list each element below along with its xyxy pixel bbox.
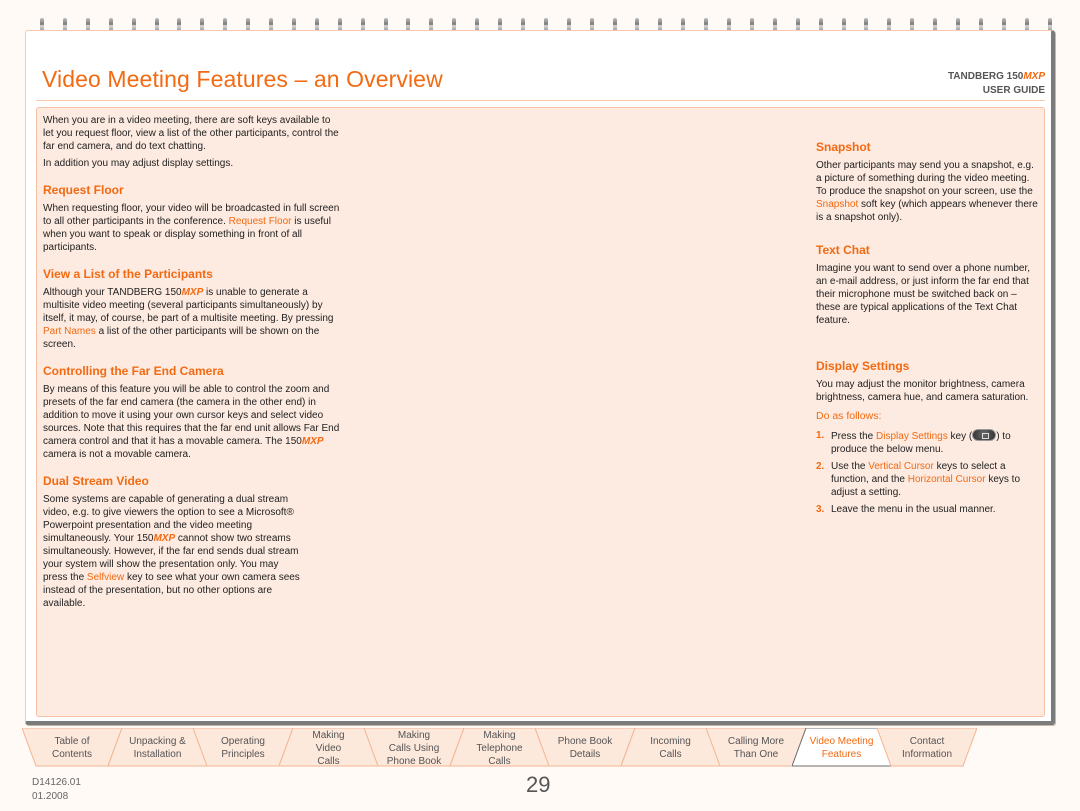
model-name: MXP <box>181 287 204 298</box>
right-column: Snapshot Other participants may send you… <box>816 141 1038 520</box>
content-panel: When you are in a video meeting, there a… <box>36 107 1045 717</box>
chapter-tab-label: Video Meeting Features <box>809 736 874 760</box>
chapter-tab-label: Contact Information <box>901 736 953 760</box>
text: By means of this feature you will be abl… <box>43 384 340 447</box>
step-item: 2. Use the Vertical Cursor keys to select… <box>816 460 1038 499</box>
brand-block: TANDBERG 150MXP USER GUIDE <box>948 70 1045 98</box>
soft-key-request-floor: Request Floor <box>228 216 292 227</box>
snapshot-text: Other participants may send you a snapsh… <box>816 159 1038 224</box>
text-chat-text: Imagine you want to send over a phone nu… <box>816 263 1031 326</box>
text: key ( <box>947 431 973 442</box>
chapter-tab[interactable]: Contact Information <box>877 728 977 768</box>
step-item: 3. Leave the menu in the usual manner. <box>816 503 1038 516</box>
chapter-tab-label: Phone Book Details <box>557 736 613 760</box>
section-heading-snapshot: Snapshot <box>816 140 871 154</box>
brand-name: TANDBERG 150 <box>947 71 1024 82</box>
intro-paragraph-2: In addition you may adjust display setti… <box>43 158 234 169</box>
page-title: Video Meeting Features – an Overview <box>42 66 443 92</box>
step-number: 1. <box>816 430 825 441</box>
soft-key-display-settings: Display Settings <box>876 431 948 442</box>
section-heading-text-chat: Text Chat <box>816 243 870 257</box>
soft-key-part-names: Part Names <box>43 326 96 337</box>
left-column: When you are in a video meeting, there a… <box>43 114 343 614</box>
intro-paragraph: When you are in a video meeting, there a… <box>43 115 339 152</box>
far-end-text: By means of this feature you will be abl… <box>43 383 343 461</box>
section-heading-display-settings: Display Settings <box>816 359 910 373</box>
title-divider <box>36 100 1045 101</box>
key-horizontal-cursor: Horizontal Cursor <box>907 474 986 485</box>
text: Although your TANDBERG 150 <box>43 287 182 298</box>
guide-label: USER GUIDE <box>982 85 1045 96</box>
section-heading-dual-stream: Dual Stream Video <box>43 474 149 488</box>
display-settings-text: You may adjust the monitor brightness, c… <box>816 379 1029 403</box>
text: camera is not a movable camera. <box>43 449 191 460</box>
page-number: 29 <box>526 772 551 797</box>
chapter-tab-label: Unpacking & Installation <box>129 736 186 760</box>
document-date: 01.2008 <box>32 791 69 802</box>
model-name: MXP <box>301 436 324 447</box>
section-heading-participants: View a List of the Participants <box>43 267 213 281</box>
text: Leave the menu in the usual manner. <box>831 504 996 515</box>
key-vertical-cursor: Vertical Cursor <box>868 461 934 472</box>
chapter-tab-label: Making Telephone Calls <box>476 729 523 767</box>
display-settings-key-icon <box>972 429 997 441</box>
text: Use the <box>831 461 869 472</box>
page: Video Meeting Features – an Overview TAN… <box>25 30 1055 725</box>
chapter-tab-label: Making Calls Using Phone Book <box>386 729 442 767</box>
chapter-tab-label: Making Video Calls <box>312 729 345 767</box>
text: Other participants may send you a snapsh… <box>816 160 1034 197</box>
soft-key-selfview: Selfview <box>86 572 125 583</box>
chapter-tab-label: Incoming Calls <box>650 736 691 760</box>
step-number: 3. <box>816 504 825 515</box>
soft-key-snapshot: Snapshot <box>816 199 859 210</box>
chapter-tab-label: Table of Contents <box>51 736 93 760</box>
step-item: 1. Press the Display Settings key () to p… <box>816 429 1038 456</box>
do-as-follows-label: Do as follows: <box>816 410 882 422</box>
chapter-tab-label: Calling More Than One <box>727 736 785 760</box>
section-heading-request-floor: Request Floor <box>43 183 124 197</box>
participants-text: Although your TANDBERG 150MXP is unable … <box>43 286 343 351</box>
model-name: MXP <box>153 533 176 544</box>
brand-model: MXP <box>1023 71 1045 82</box>
request-floor-text: When requesting floor, your video will b… <box>43 202 343 254</box>
step-number: 2. <box>816 461 825 472</box>
chapter-tab-label: Operating Principles <box>221 736 265 760</box>
steps-list: 1. Press the Display Settings key () to p… <box>816 429 1038 516</box>
section-heading-far-end-camera: Controlling the Far End Camera <box>43 364 224 378</box>
dual-stream-text: Some systems are capable of generating a… <box>43 493 301 610</box>
document-info: D14126.01 01.2008 <box>32 776 81 804</box>
text: Press the <box>831 431 877 442</box>
document-id: D14126.01 <box>32 777 81 788</box>
chapter-tabs: Table of Contents Unpacking & Installation O… <box>22 728 1030 770</box>
